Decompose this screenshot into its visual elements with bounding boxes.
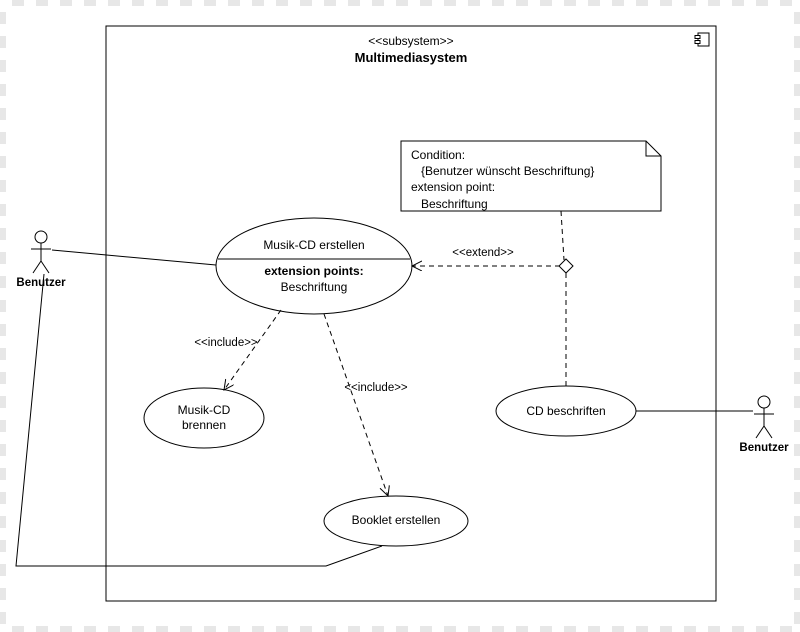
stage: <<subsystem>> Multimediasystem Benutzer … [6,6,794,626]
usecase-burn-label: Musik-CD brennen [154,403,254,433]
usecase-main-name: Musik-CD erstellen [234,238,394,253]
usecase-main-ext-point: Beschriftung [234,280,394,295]
usecase-main-ext-header: extension points: [234,264,394,279]
note-line1: Condition: [411,147,651,163]
actor-right-label: Benutzer [739,441,789,455]
note: Condition: {Benutzer wünscht Beschriftun… [405,143,657,216]
note-line3: extension point: [411,179,651,195]
usecase-label-label: CD beschriften [506,404,626,419]
system-title: Multimediasystem [306,50,516,66]
actor-left [31,231,51,273]
actor-right [754,396,774,438]
usecase-booklet-label: Booklet erstellen [336,513,456,528]
rel-extend-label: <<extend>> [443,246,523,260]
note-line4: Beschriftung [411,196,651,212]
note-line2: {Benutzer wünscht Beschriftung} [411,163,651,179]
actor-left-label: Benutzer [16,276,66,290]
rel-include2-label: <<include>> [336,381,416,395]
rel-include1-label: <<include>> [186,336,266,350]
diagram-canvas [6,6,794,626]
system-stereotype: <<subsystem>> [306,34,516,49]
